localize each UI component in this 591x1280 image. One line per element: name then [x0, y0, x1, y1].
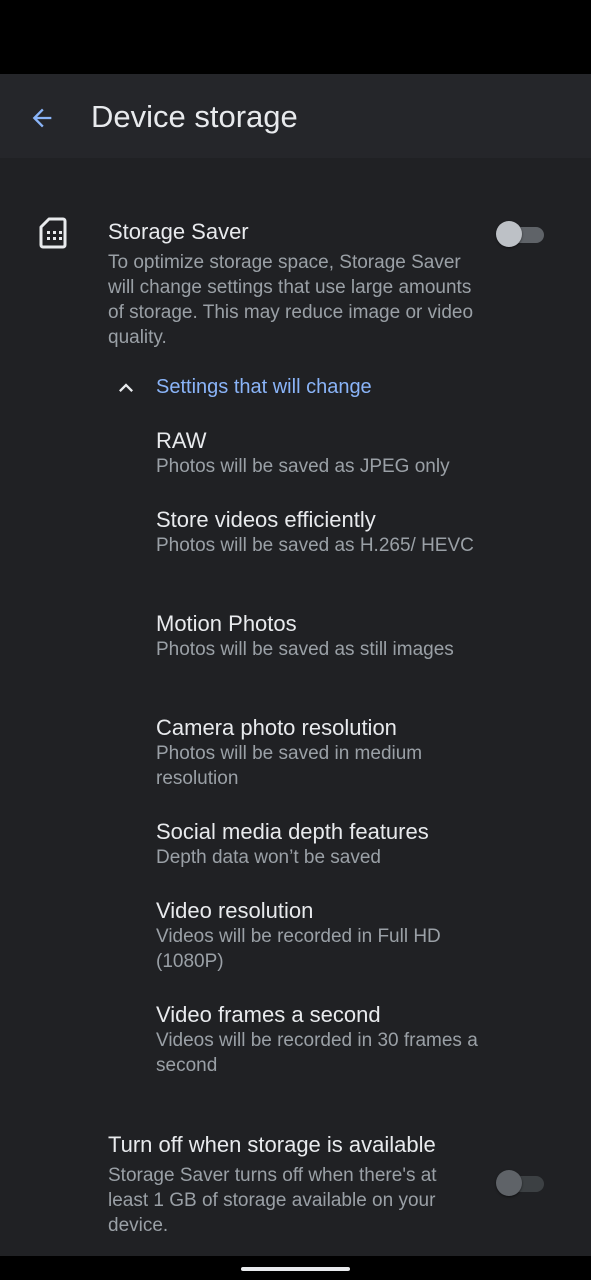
item-title: Social media depth features — [156, 819, 429, 844]
home-gesture-handle[interactable] — [241, 1267, 350, 1271]
storage-saver-title: Storage Saver — [108, 219, 249, 244]
settings-change-expander[interactable]: Settings that will change — [108, 368, 488, 408]
item-summary: Photos will be saved as JPEG only — [156, 456, 450, 477]
auto-off-title: Turn off when storage is available — [108, 1132, 436, 1157]
list-item: RAW Photos will be saved as JPEG only — [156, 427, 486, 479]
item-title: Store videos efficiently — [156, 507, 376, 532]
item-summary: Depth data won’t be saved — [156, 847, 381, 868]
storage-saver-toggle[interactable] — [496, 221, 544, 247]
item-summary: Photos will be saved in medium resolutio… — [156, 743, 423, 789]
app-bar: Device storage — [0, 74, 591, 158]
list-item: Camera photo resolution Photos will be s… — [156, 714, 486, 791]
expander-label: Settings that will change — [156, 376, 372, 398]
item-summary: Videos will be recorded in Full HD (1080… — [156, 926, 441, 972]
item-summary: Photos will be saved as H.265/ HEVC — [156, 535, 474, 556]
toggle-thumb — [496, 1170, 522, 1196]
navigation-bar — [0, 1256, 591, 1280]
arrow-back-icon — [32, 108, 52, 128]
item-title: Video resolution — [156, 898, 314, 923]
list-item: Motion Photos Photos will be saved as st… — [156, 610, 486, 662]
auto-off-summary: Storage Saver turns off when there's at … — [108, 1165, 437, 1236]
item-title: RAW — [156, 428, 207, 453]
item-title: Camera photo resolution — [156, 715, 397, 740]
item-summary: Photos will be saved as still images — [156, 639, 454, 660]
item-title: Video frames a second — [156, 1002, 381, 1027]
list-item: Video frames a second Videos will be rec… — [156, 1001, 486, 1078]
sim-card-icon — [39, 217, 67, 249]
auto-off-toggle[interactable] — [496, 1170, 544, 1196]
item-title: Motion Photos — [156, 611, 297, 636]
toggle-thumb — [496, 221, 522, 247]
page-title: Device storage — [91, 99, 298, 134]
list-item: Social media depth features Depth data w… — [156, 818, 486, 870]
list-item: Video resolution Videos will be recorded… — [156, 897, 486, 974]
back-button[interactable] — [20, 96, 64, 140]
status-bar — [0, 0, 591, 74]
item-summary: Videos will be recorded in 30 frames a s… — [156, 1030, 478, 1076]
storage-saver-summary: To optimize storage space, Storage Saver… — [108, 252, 474, 348]
list-item: Store videos efficiently Photos will be … — [156, 506, 486, 558]
chevron-up-icon — [119, 383, 133, 392]
